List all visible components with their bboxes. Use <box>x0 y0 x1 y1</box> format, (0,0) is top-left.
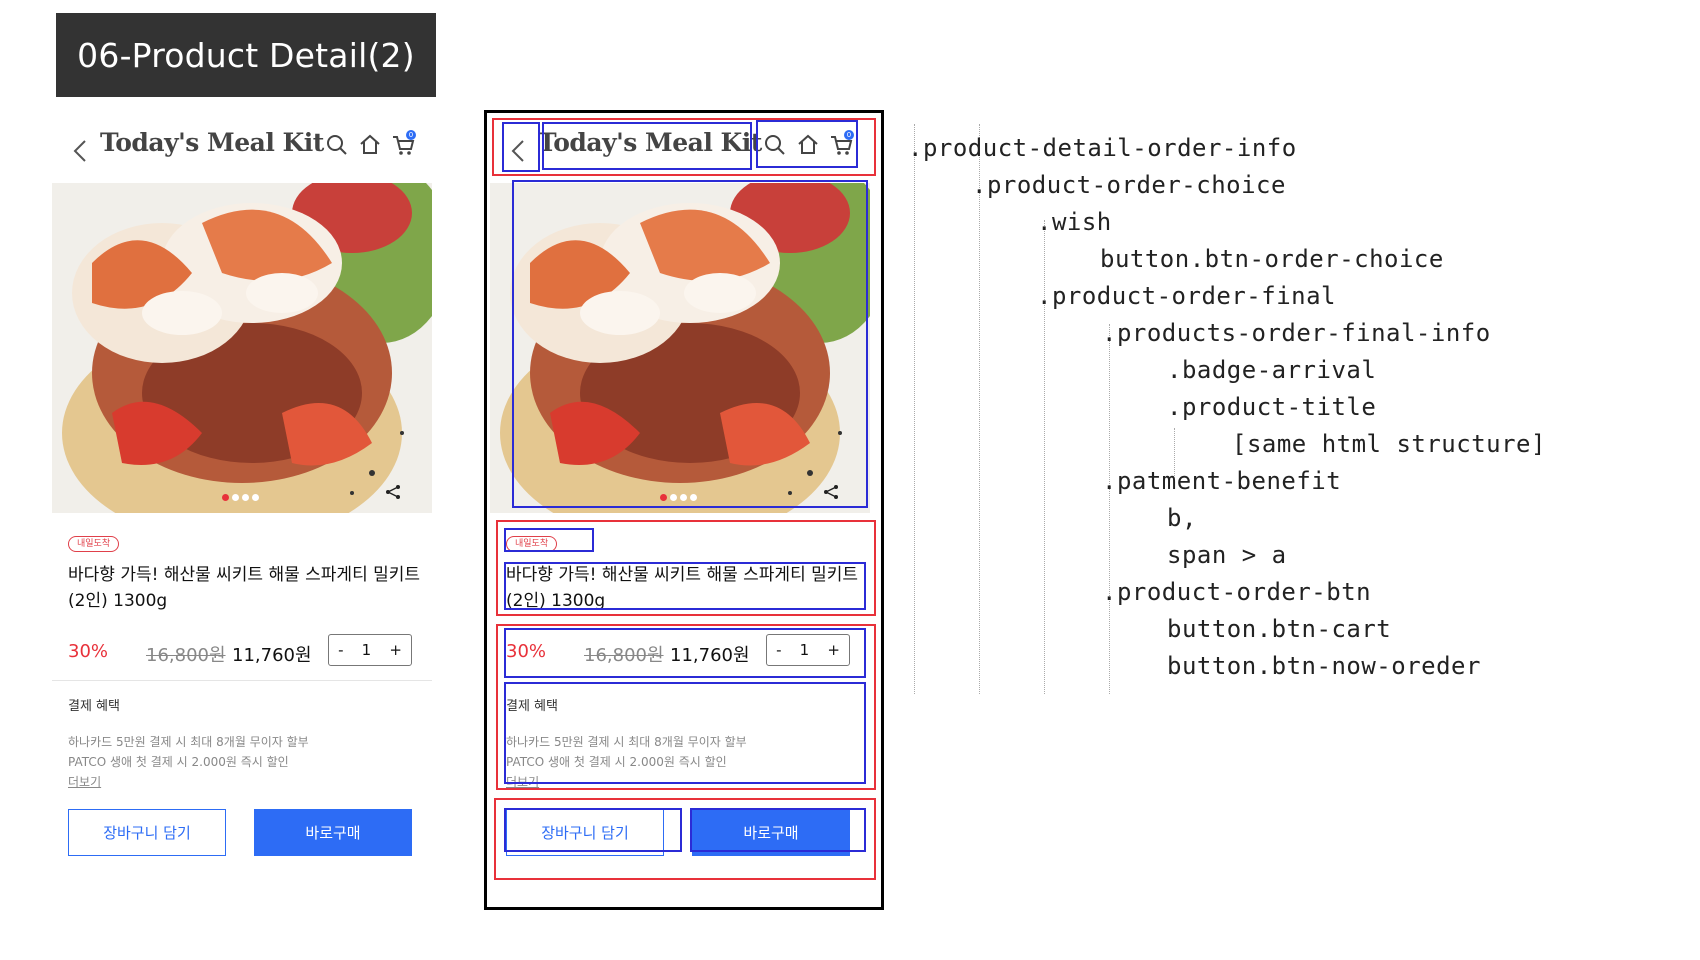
benefit-line: PATCO 생애 첫 결제 시 2.000원 즉시 할인 <box>506 755 727 769</box>
quantity-stepper[interactable]: - 1 + <box>328 634 412 666</box>
back-arrow-icon[interactable] <box>508 138 530 164</box>
share-icon[interactable] <box>384 483 402 501</box>
arrival-badge: 내일도착 <box>68 536 120 552</box>
search-icon[interactable] <box>324 132 350 158</box>
code-line: .products-order-final-info <box>1102 319 1491 347</box>
product-image[interactable] <box>52 183 432 513</box>
brand-logo[interactable]: Today's Meal Kit <box>100 128 324 157</box>
code-line: [same html structure] <box>1232 430 1546 458</box>
indent-guide <box>979 124 980 694</box>
code-line: b, <box>1167 504 1197 532</box>
benefit-line: 하나카드 5만원 결제 시 최대 8개월 무이자 할부 <box>506 735 747 749</box>
indent-guide <box>914 124 915 694</box>
share-icon[interactable] <box>822 483 840 501</box>
cart-count-badge: 0 <box>844 130 854 140</box>
carousel-dot-2[interactable] <box>232 494 239 501</box>
carousel-dot-3[interactable] <box>242 494 249 501</box>
qty-plus-button[interactable]: + <box>827 641 840 659</box>
code-line: button.btn-cart <box>1167 615 1392 643</box>
buy-now-button[interactable]: 바로구매 <box>692 809 850 856</box>
benefit-heading: 결제 혜택 <box>68 699 120 714</box>
cart-icon[interactable]: 0 <box>828 130 854 158</box>
indent-guide <box>1109 324 1110 694</box>
code-line: .wish <box>1037 208 1112 236</box>
carousel-dot-3[interactable] <box>680 494 687 501</box>
product-title: 바다향 가득! 해산물 씨키트 해물 스파게티 밀키트 (2인) 1300g <box>68 565 421 611</box>
qty-minus-button[interactable]: - <box>776 641 781 659</box>
carousel-dot-4[interactable] <box>252 494 259 501</box>
product-title: 바다향 가득! 해산물 씨키트 해물 스파게티 밀키트 (2인) 1300g <box>506 565 859 611</box>
qty-minus-button[interactable]: - <box>338 641 343 659</box>
carousel-indicator[interactable] <box>222 494 259 501</box>
code-line: button.btn-order-choice <box>1100 245 1444 273</box>
code-line: .badge-arrival <box>1167 356 1377 384</box>
qty-plus-button[interactable]: + <box>389 641 402 659</box>
arrival-badge: 내일도착 <box>506 536 558 552</box>
add-to-cart-button[interactable]: 장바구니 담기 <box>506 809 664 856</box>
product-detail-mock: Today's Meal Kit 0 내일도착 바다향 가득! 해산물 씨키트 … <box>48 110 448 910</box>
annotated-mock: Today's Meal Kit 0 내일도착 바다향 가득! 해산물 씨키트 … <box>484 110 884 910</box>
original-price: 16,800원 <box>584 645 664 666</box>
carousel-dot-1[interactable] <box>222 494 229 501</box>
more-link[interactable]: 더보기 <box>68 773 101 790</box>
code-line: .product-order-btn <box>1102 578 1372 606</box>
benefit-line: PATCO 생애 첫 결제 시 2.000원 즉시 할인 <box>68 755 289 769</box>
qty-value: 1 <box>361 641 372 659</box>
code-line: .product-order-final <box>1037 282 1336 310</box>
original-price: 16,800원 <box>146 645 226 666</box>
qty-value: 1 <box>799 641 810 659</box>
discount-rate: 30% <box>506 641 547 662</box>
back-arrow-icon[interactable] <box>70 138 92 164</box>
benefit-heading: 결제 혜택 <box>506 699 558 714</box>
quantity-stepper[interactable]: - 1 + <box>766 634 850 666</box>
code-line: .product-title <box>1167 393 1377 421</box>
carousel-dot-2[interactable] <box>670 494 677 501</box>
cart-icon[interactable]: 0 <box>390 130 416 158</box>
add-to-cart-button[interactable]: 장바구니 담기 <box>68 809 226 856</box>
app-header: Today's Meal Kit 0 <box>48 110 428 178</box>
app-header: Today's Meal Kit 0 <box>486 110 866 178</box>
code-line: button.btn-now-oreder <box>1167 652 1481 680</box>
carousel-dot-1[interactable] <box>660 494 667 501</box>
more-link[interactable]: 더보기 <box>506 773 539 790</box>
code-line: span > a <box>1167 541 1287 569</box>
product-image[interactable] <box>490 183 870 513</box>
cart-count-badge: 0 <box>406 130 416 140</box>
search-icon[interactable] <box>762 132 788 158</box>
sale-price: 11,760원 <box>232 645 312 666</box>
code-line: .patment-benefit <box>1102 467 1342 495</box>
carousel-indicator[interactable] <box>660 494 697 501</box>
divider <box>52 680 432 681</box>
benefit-line: 하나카드 5만원 결제 시 최대 8개월 무이자 할부 <box>68 735 309 749</box>
home-icon[interactable] <box>357 132 383 158</box>
carousel-dot-4[interactable] <box>690 494 697 501</box>
home-icon[interactable] <box>795 132 821 158</box>
slide-title: 06-Product Detail(2) <box>56 13 436 97</box>
discount-rate: 30% <box>68 641 109 662</box>
code-line: .product-detail-order-info <box>908 134 1297 162</box>
buy-now-button[interactable]: 바로구매 <box>254 809 412 856</box>
code-line: .product-order-choice <box>972 171 1286 199</box>
brand-logo[interactable]: Today's Meal Kit <box>538 128 762 157</box>
sale-price: 11,760원 <box>670 645 750 666</box>
